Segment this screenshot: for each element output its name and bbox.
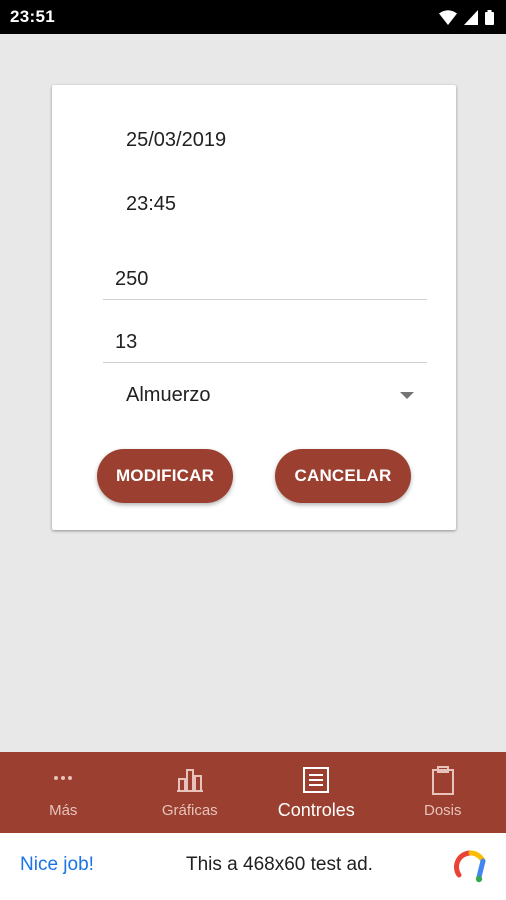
status-bar: 23:51 (0, 0, 506, 34)
nav-label: Gráficas (161, 802, 218, 819)
nav-item-graficas[interactable]: Gráficas (127, 752, 254, 833)
ad-banner[interactable]: Nice job! This a 468x60 test ad. (0, 833, 506, 900)
nav-label: Controles (277, 800, 355, 820)
status-icons (439, 9, 494, 25)
edit-control-card: 25/03/2019 23:45 250 13 Almuerzo MODIFIC… (52, 85, 456, 530)
modify-button[interactable]: MODIFICAR (97, 449, 233, 503)
battery-icon (485, 9, 494, 25)
quantity-value: 250 (115, 268, 149, 290)
quantity-input[interactable]: 250 (103, 260, 427, 300)
cancel-button[interactable]: CANCELAR (275, 449, 411, 503)
dropdown-arrow-icon (400, 391, 414, 399)
meal-select[interactable]: Almuerzo (126, 377, 416, 413)
nav-item-controles[interactable]: Controles (253, 752, 380, 833)
bar-chart-icon (176, 766, 204, 797)
ad-headline[interactable]: Nice job! (20, 854, 94, 876)
status-time: 23:51 (10, 7, 55, 26)
clipboard-icon (431, 766, 455, 801)
nav-item-dosis[interactable]: Dosis (380, 752, 506, 833)
bottom-navigation: Más Gráficas Controles Dosis (0, 752, 506, 833)
date-field[interactable]: 25/03/2019 (126, 129, 226, 152)
wifi-icon (439, 9, 457, 25)
meal-select-value: Almuerzo (126, 383, 211, 406)
more-dots-icon (51, 766, 75, 795)
time-field[interactable]: 23:45 (126, 193, 176, 216)
nav-item-mas[interactable]: Más (0, 752, 127, 833)
ad-logo-icon (453, 849, 489, 890)
nav-label: Dosis (423, 802, 462, 819)
nav-label: Más (49, 802, 78, 819)
units-input[interactable]: 13 (103, 323, 427, 363)
list-icon (302, 766, 330, 799)
signal-icon (464, 9, 478, 25)
ad-text: This a 468x60 test ad. (186, 854, 373, 875)
units-value: 13 (115, 331, 138, 353)
